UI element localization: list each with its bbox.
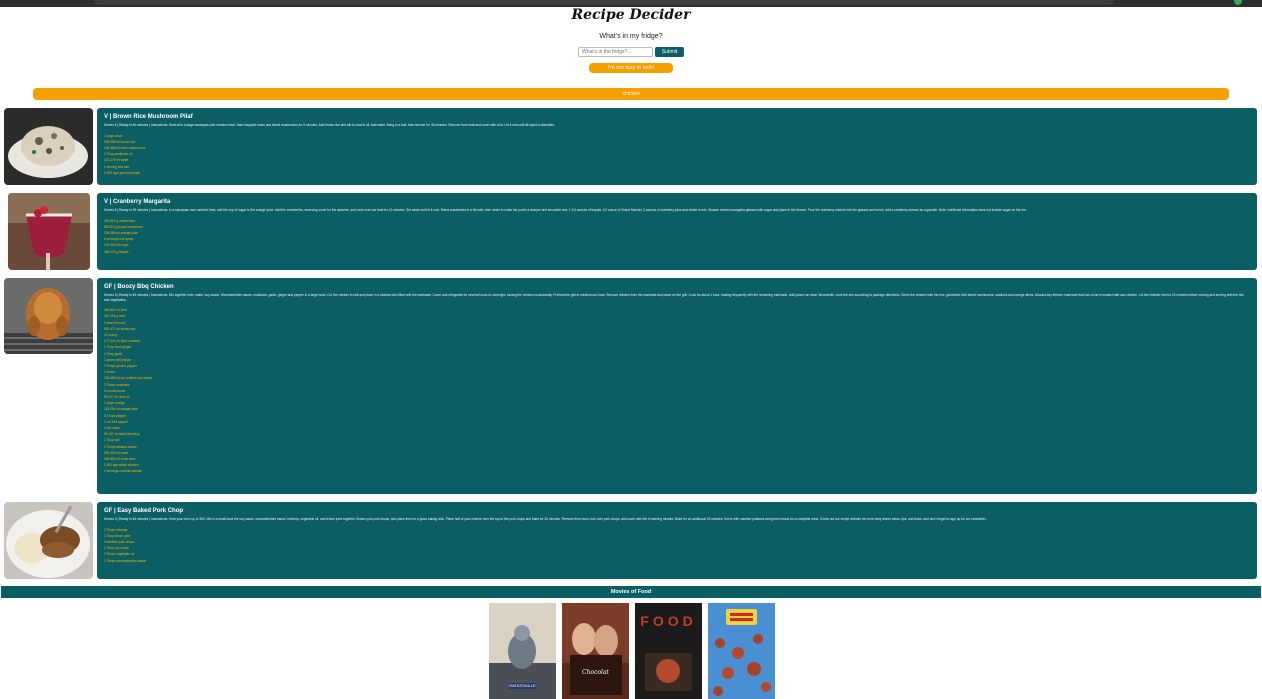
recipe-description: Serves 4 | Ready in 45 minutes | Instruc… [104, 517, 987, 521]
submit-button[interactable]: Submit [655, 47, 684, 57]
question-label: What's in my fridge? [599, 33, 663, 40]
recipe-title: GF | Boozy Bbq Chicken [104, 284, 174, 290]
recipe-card: GF | Easy Baked Pork Chop Serves 4 | Rea… [97, 502, 1257, 579]
ingredient-list: 453.592 g cranberries 58.233 g ground sw… [104, 218, 1250, 255]
recipe-description: Serves 6 | Ready in 45 minutes | Instruc… [104, 293, 1244, 302]
recipe-card: V | Brown Rice Mushroom Pilaf Serves 6 |… [97, 108, 1257, 185]
page-title: Recipe Decider [571, 7, 691, 23]
ingredient-item: 2 Tbsps worcestershire sauce [104, 558, 147, 563]
movies-heading: Movies of Food [1, 586, 1261, 598]
recipe-card: V | Cranberry Margarita Serves 6 | Ready… [97, 193, 1257, 270]
ingredient-list: 3 Tbsps ketchup 1 Tbsp lemon juice 4 med… [104, 527, 1250, 564]
recipe-image[interactable] [4, 502, 93, 579]
lazy-button[interactable]: I'm too lazy to look! [589, 63, 673, 73]
recipe-title: V | Cranberry Margarita [104, 199, 171, 205]
movie-poster-ratatouille[interactable]: RATATOUILLE [489, 603, 556, 699]
ingredient-item: 283.000 g tequila [104, 249, 129, 254]
movie-posters: RATATOUILLE Chocolat FOOD [489, 603, 775, 699]
query-banner: chicken [33, 88, 1229, 100]
profile-icon[interactable] [1234, 0, 1242, 5]
ingredient-list: 354.882 ml beer 340.194 g beef 1 head br… [104, 307, 1250, 474]
movie-poster-food[interactable]: FOOD [635, 603, 702, 699]
poster-caption: RATATOUILLE [509, 683, 536, 688]
ingredient-item: 2 servings zucchini squash [104, 469, 143, 474]
search-input[interactable] [578, 47, 653, 57]
recipe-image[interactable] [4, 108, 93, 185]
poster-caption: Chocolat [582, 669, 609, 676]
recipe-card: GF | Boozy Bbq Chicken Serves 6 | Ready … [97, 278, 1257, 494]
recipe-image[interactable] [4, 278, 93, 354]
movie-poster-chocolat[interactable]: Chocolat [562, 603, 629, 699]
movie-poster-cloudy-meatballs[interactable] [708, 603, 775, 699]
ingredient-list: 1 large onion 236.588 ml brown rice 236.… [104, 133, 1250, 176]
recipe-image[interactable] [8, 193, 90, 270]
recipe-title: V | Brown Rice Mushroom Pilaf [104, 114, 193, 120]
recipe-description: Serves 6 | Ready in 45 minutes | Instruc… [104, 208, 1027, 212]
search-row: Submit [578, 47, 684, 57]
address-bar[interactable] [94, 0, 1114, 5]
ingredient-item: 0.333 tsps ground pepper [104, 170, 141, 175]
browser-chrome [0, 0, 1262, 7]
poster-caption: FOOD [640, 613, 697, 629]
recipe-description: Serves 6 | Ready in 40 minutes | Instruc… [104, 123, 555, 127]
recipe-title: GF | Easy Baked Pork Chop [104, 508, 184, 514]
